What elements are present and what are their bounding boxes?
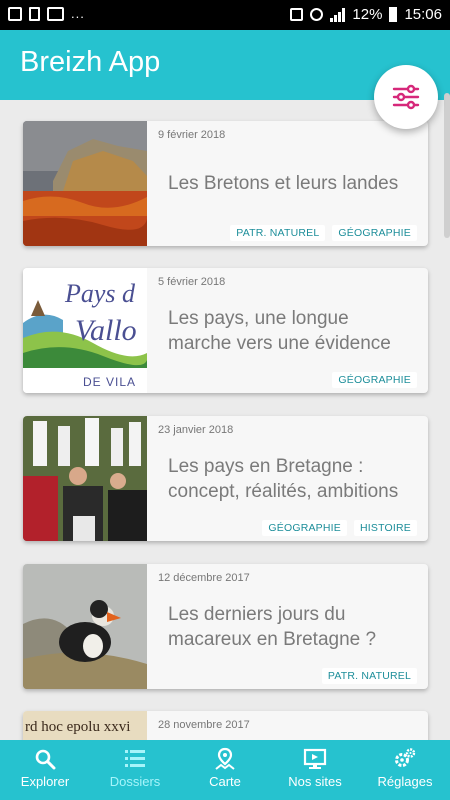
article-image-bigoudens [23,416,147,541]
article-image-landes [23,121,147,246]
nav-carte[interactable]: Carte [180,740,270,800]
article-date: 5 février 2018 [158,276,226,288]
article-image-pays-vallons: Pays d Vallo DE VILA [23,268,147,393]
article-title: Les pays en Bretagne : concept, réalités… [168,456,399,502]
more-notifications: ... [71,5,85,21]
article-title: Les Bretons et leurs landes [168,173,399,194]
article-image-manuscrit: rd hoc epolu xxvi [23,711,147,740]
article-title: Les pays, une longue marche vers une évi… [168,308,391,354]
status-bar: ... 12% 15:06 [0,0,450,30]
nav-label-nos-sites: Nos sites [288,774,342,789]
gallery-icon [8,7,22,21]
alarm-icon [310,8,324,21]
gears-icon [395,748,416,767]
nav-reglages[interactable]: Réglages [360,740,450,800]
search-icon [35,749,56,770]
article-date: 9 février 2018 [158,129,226,141]
article-image-macareux [23,564,147,689]
list-icon [125,750,145,767]
tag-geographie[interactable]: GÉOGRAPHIE [332,225,417,241]
article-title: Les derniers jours du macareux en Bretag… [168,604,377,650]
article-card[interactable]: rd hoc epolu xxvi 28 novembre 2017 [23,711,428,740]
nav-label-dossiers: Dossiers [109,774,161,789]
battery-percent: 12% [352,6,383,23]
nav-dossiers[interactable]: Dossiers [90,740,180,800]
article-card[interactable]: 9 février 2018 Les Bretons et leurs land… [23,121,428,246]
tag-geographie[interactable]: GÉOGRAPHIE [332,372,417,388]
nfc-icon [290,8,304,21]
signal-icon [330,7,346,22]
nav-label-reglages: Réglages [377,774,433,789]
tag-patr-naturel[interactable]: PATR. NATUREL [321,668,417,684]
filter-sliders-icon [392,84,420,110]
image-text-vilaine: DE VILA [83,375,136,389]
tag-patr-naturel[interactable]: PATR. NATUREL [230,225,326,241]
clipboard-icon [29,7,40,21]
nav-label-carte: Carte [209,774,241,789]
article-card[interactable]: 12 décembre 2017 Les derniers jours du m… [23,564,428,689]
app-title: Breizh App [20,46,161,78]
article-date: 12 décembre 2017 [158,572,250,584]
image-text-pays: Pays d [64,279,136,308]
tag-histoire[interactable]: HISTOIRE [354,520,417,536]
article-list[interactable]: 9 février 2018 Les Bretons et leurs land… [0,100,450,740]
image-text-vallons: Vallo [75,314,137,347]
mail-icon [47,7,64,21]
image-text-manuscrit: rd hoc epolu xxvi [25,719,130,735]
article-date: 28 novembre 2017 [158,719,250,731]
clock: 15:06 [404,6,442,23]
nav-nos-sites[interactable]: Nos sites [270,740,360,800]
nav-explorer[interactable]: Explorer [0,740,90,800]
map-pin-icon [215,747,235,770]
monitor-icon [303,748,327,769]
bottom-navigation: Explorer Dossiers Carte Nos sites Réglag… [0,740,450,800]
tag-geographie[interactable]: GÉOGRAPHIE [262,520,347,536]
article-date: 23 janvier 2018 [158,424,234,436]
battery-icon [389,7,398,22]
filter-button[interactable] [374,65,438,129]
article-card[interactable]: Pays d Vallo DE VILA 5 février 2018 Les … [23,268,428,393]
nav-label-explorer: Explorer [20,774,70,789]
article-card[interactable]: 23 janvier 2018 Les pays en Bretagne : c… [23,416,428,541]
